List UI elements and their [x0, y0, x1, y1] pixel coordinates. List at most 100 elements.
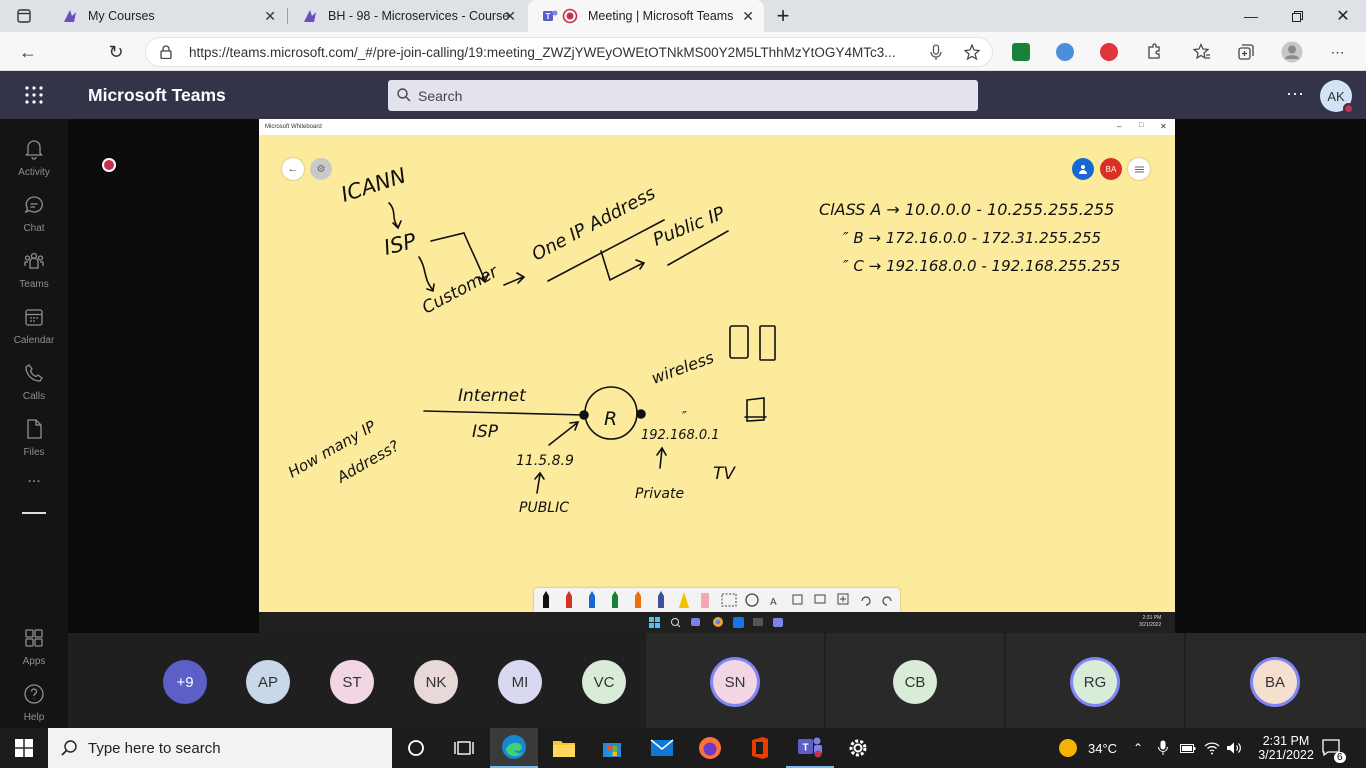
note-icon[interactable]	[792, 594, 803, 605]
participant-avatar[interactable]: AP	[246, 660, 290, 704]
rail-item-activity[interactable]: Activity	[0, 127, 68, 183]
pen-red-icon[interactable]	[566, 591, 572, 608]
pen-blue-icon[interactable]	[589, 591, 595, 608]
whiteboard-close-icon[interactable]: ✕	[1160, 122, 1167, 131]
participant-tile[interactable]: BA	[1186, 633, 1366, 728]
settings-menu-icon[interactable]: ⋯	[1326, 40, 1350, 64]
presence-busy-icon	[1343, 103, 1354, 114]
participant-avatar[interactable]: VC	[582, 660, 626, 704]
refresh-button[interactable]: ↻	[104, 40, 128, 64]
adblock-extension-icon[interactable]	[1100, 43, 1118, 61]
lasso-select-icon[interactable]	[721, 593, 737, 607]
cortana-icon[interactable]	[392, 728, 440, 768]
profile-icon[interactable]	[1280, 40, 1304, 64]
close-tab-icon[interactable]: ✕	[742, 8, 754, 24]
task-view-icon[interactable]	[440, 728, 488, 768]
pen-black-icon[interactable]	[543, 591, 549, 608]
windows-start-button[interactable]	[0, 728, 48, 768]
ink-private-address: 192.168.0.1	[641, 428, 720, 443]
notification-center-icon[interactable]: 6	[1322, 728, 1346, 768]
rail-item-files[interactable]: Files	[0, 407, 68, 463]
show-hidden-icons-icon[interactable]: ⌃	[1133, 728, 1143, 768]
wifi-icon[interactable]	[1204, 728, 1220, 768]
close-window-button[interactable]: ✕	[1320, 0, 1366, 32]
more-apps-button[interactable]: ...	[0, 469, 68, 487]
restore-button[interactable]	[1274, 0, 1320, 32]
weather-widget[interactable]: 34°C	[1058, 728, 1117, 768]
eraser-icon[interactable]	[701, 593, 709, 608]
file-explorer-icon[interactable]	[540, 728, 588, 768]
image-icon[interactable]	[814, 594, 826, 604]
pen-orange-icon[interactable]	[635, 591, 641, 608]
close-tab-icon[interactable]: ✕	[264, 8, 276, 24]
pen-navy-icon[interactable]	[658, 591, 664, 608]
ink-tv: TV	[713, 464, 736, 484]
search-icon	[61, 740, 77, 761]
participant-avatar[interactable]: MI	[498, 660, 542, 704]
battery-icon[interactable]	[1180, 728, 1196, 768]
participant-avatar[interactable]: ST	[330, 660, 374, 704]
windows-search-box[interactable]: Type here to search	[48, 728, 392, 768]
microphone-tray-icon[interactable]	[1158, 728, 1168, 768]
favorite-add-icon[interactable]	[963, 43, 982, 66]
whiteboard-minimize-icon[interactable]: –	[1117, 122, 1121, 131]
sheets-extension-icon[interactable]	[1012, 43, 1030, 61]
user-avatar[interactable]: AK	[1320, 80, 1354, 114]
new-tab-button[interactable]: +	[760, 0, 806, 32]
participant-avatar[interactable]: NK	[414, 660, 458, 704]
tab-title: My Courses	[88, 9, 155, 23]
search-input[interactable]: Search	[388, 80, 978, 111]
redo-icon[interactable]	[882, 596, 892, 606]
whiteboard-maximize-icon[interactable]: □	[1139, 122, 1143, 129]
microphone-icon[interactable]	[930, 44, 942, 66]
tab-my-courses[interactable]: My Courses ✕	[48, 0, 286, 32]
volume-icon[interactable]	[1226, 728, 1242, 768]
address-bar[interactable]: https://teams.microsoft.com/_#/pre-join-…	[145, 37, 993, 67]
extensions-icon[interactable]	[1142, 40, 1166, 64]
ink-isp-label: ISP	[472, 422, 499, 442]
back-button[interactable]: ←	[16, 40, 40, 64]
rail-item-help[interactable]: Help	[0, 672, 68, 728]
ink-class-a: ClASS A → 10.0.0.0 - 10.255.255.255	[819, 200, 1114, 219]
participant-tile[interactable]: RG	[1006, 633, 1184, 728]
edge-taskbar-icon[interactable]	[490, 728, 538, 768]
firefox-icon[interactable]	[686, 728, 734, 768]
windows-search-placeholder: Type here to search	[88, 740, 221, 757]
app-launcher-icon[interactable]	[24, 85, 44, 110]
text-tool-icon[interactable]: A	[770, 597, 777, 608]
pen-green-icon[interactable]	[612, 591, 618, 608]
collections-icon[interactable]	[1234, 40, 1258, 64]
mail-icon[interactable]	[638, 728, 686, 768]
highlighter-icon[interactable]	[679, 592, 689, 608]
tab-actions-icon[interactable]	[0, 0, 48, 32]
tab-meeting-teams[interactable]: T Meeting | Microsoft Teams ✕	[528, 0, 764, 32]
store-icon[interactable]	[588, 728, 636, 768]
office-icon[interactable]	[736, 728, 784, 768]
undo-icon[interactable]	[861, 596, 871, 606]
rail-item-calls[interactable]: Calls	[0, 351, 68, 407]
participant-tile[interactable]: CB	[826, 633, 1004, 728]
rail-item-apps[interactable]: Apps	[0, 616, 68, 672]
ink-one-ip-address: One IP Address	[528, 183, 659, 266]
favorites-icon[interactable]	[1190, 40, 1214, 64]
whiteboard-titlebar: Microsoft Whiteboard – □ ✕	[259, 119, 1175, 135]
rail-item-calendar[interactable]: Calendar	[0, 295, 68, 351]
ink-toolbar: A	[534, 588, 900, 612]
more-options-button[interactable]: ···	[1286, 83, 1304, 104]
participant-tile[interactable]: SN	[646, 633, 824, 728]
tab-microservices-course[interactable]: BH - 98 - Microservices - Course ✕	[288, 0, 526, 32]
close-tab-icon[interactable]: ✕	[504, 8, 516, 24]
lock-icon[interactable]	[160, 45, 172, 64]
shape-icon[interactable]	[745, 593, 759, 607]
browser-tab-bar: My Courses ✕ BH - 98 - Microservices - C…	[0, 0, 1366, 32]
vpn-extension-icon[interactable]	[1056, 43, 1074, 61]
insert-icon[interactable]	[837, 593, 849, 605]
rail-item-teams[interactable]: Teams	[0, 239, 68, 295]
rail-item-chat[interactable]: Chat	[0, 183, 68, 239]
ink-device-laptop	[744, 397, 767, 422]
settings-gear-icon[interactable]	[834, 728, 882, 768]
overflow-participants-avatar[interactable]: +9	[163, 660, 207, 704]
clock[interactable]: 2:31 PM 3/21/2022	[1254, 728, 1318, 768]
teams-taskbar-icon[interactable]: T	[786, 728, 834, 768]
minimize-button[interactable]: —	[1228, 0, 1274, 32]
